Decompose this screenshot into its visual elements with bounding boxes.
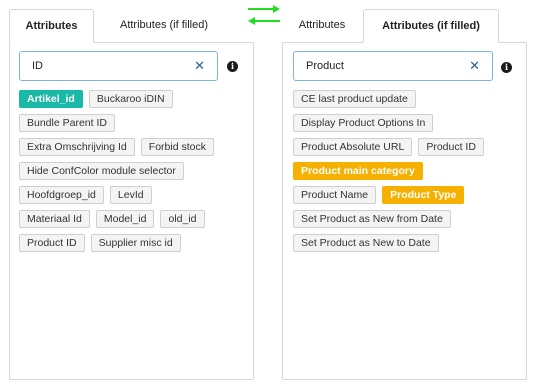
attribute-tag[interactable]: Product main category [293, 162, 423, 180]
attribute-tag[interactable]: Product Absolute URL [293, 138, 413, 156]
tag-row: Product Name Product Type [293, 186, 484, 204]
attribute-tag[interactable]: LevId [109, 186, 152, 204]
tag-row: Set Product as New from Date [293, 210, 484, 228]
tag-row: Product ID Supplier misc id [19, 234, 214, 252]
right-search-value: Product [306, 60, 344, 72]
right-tag-list: CE last product update Display Product Op… [293, 90, 484, 258]
attribute-tag[interactable]: Hoofdgroep_id [19, 186, 104, 204]
tag-row: Set Product as New to Date [293, 234, 484, 252]
tag-row: CE last product update [293, 90, 484, 108]
attribute-tag[interactable]: Materiaal Id [19, 210, 90, 228]
attribute-tag[interactable]: Product Name [293, 186, 377, 204]
right-search-input[interactable]: Product ✕ [293, 51, 493, 81]
info-icon[interactable]: i [501, 62, 512, 73]
attribute-tag[interactable]: Product ID [19, 234, 85, 252]
right-tab-attributes[interactable]: Attributes [283, 9, 361, 43]
close-icon[interactable]: ✕ [194, 52, 205, 80]
attribute-tag[interactable]: Product ID [418, 138, 484, 156]
left-tab-attributes[interactable]: Attributes [9, 9, 94, 43]
attribute-tag[interactable]: Buckaroo iDIN [88, 90, 173, 108]
attribute-tag[interactable]: Set Product as New from Date [293, 210, 451, 228]
tag-row: Product Absolute URL Product ID [293, 138, 484, 156]
attribute-tag[interactable]: old_id [160, 210, 205, 228]
attribute-tag[interactable]: Artikel_id [19, 90, 83, 108]
right-tab-attributes-if-filled[interactable]: Attributes (if filled) [363, 9, 499, 43]
tag-row: Extra Omschrijving Id Forbid stock [19, 138, 214, 156]
attribute-tag[interactable]: Supplier misc id [90, 234, 181, 252]
tag-row: Artikel_id Buckaroo iDIN [19, 90, 214, 108]
attribute-tag[interactable]: Hide ConfColor module selector [19, 162, 184, 180]
tag-row: Materiaal Id Model_id old_id [19, 210, 214, 228]
close-icon[interactable]: ✕ [469, 52, 480, 80]
left-tag-list: Artikel_id Buckaroo iDIN Bundle Parent ID E… [19, 90, 214, 258]
tag-row: Hide ConfColor module selector [19, 162, 214, 180]
info-icon[interactable]: i [227, 61, 238, 72]
attribute-tag[interactable]: Display Product Options In [293, 114, 434, 132]
left-search-value: ID [32, 60, 43, 72]
attribute-tag[interactable]: Forbid stock [140, 138, 214, 156]
attribute-tag[interactable]: Set Product as New to Date [293, 234, 439, 252]
tag-row: Bundle Parent ID [19, 114, 214, 132]
tag-row: Product main category [293, 162, 484, 180]
left-tab-attributes-if-filled[interactable]: Attributes (if filled) [96, 9, 232, 43]
swap-arrows-icon [248, 5, 280, 25]
attribute-tag[interactable]: Product Type [382, 186, 465, 204]
attribute-tag[interactable]: Extra Omschrijving Id [19, 138, 135, 156]
tag-row: Hoofdgroep_id LevId [19, 186, 214, 204]
attribute-tag[interactable]: Model_id [95, 210, 155, 228]
attribute-tag[interactable]: Bundle Parent ID [19, 114, 115, 132]
tag-row: Display Product Options In [293, 114, 484, 132]
attribute-tag[interactable]: CE last product update [293, 90, 416, 108]
left-search-input[interactable]: ID ✕ [19, 51, 218, 81]
